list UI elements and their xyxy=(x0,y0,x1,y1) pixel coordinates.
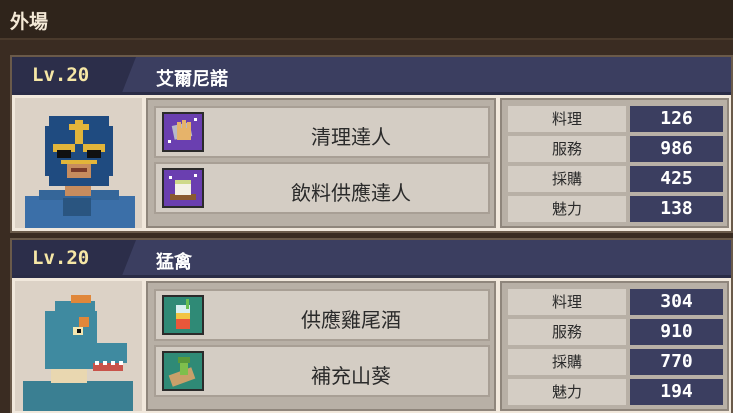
stat-value: 138 xyxy=(630,196,723,222)
stat-label: 料理 xyxy=(508,106,626,132)
staff-card-header: Lv.20 猛禽 xyxy=(12,240,731,278)
staff-card-2[interactable]: Lv.20 猛禽 供應雞尾酒 補充山葵 料理 304 服務 910 採購 770… xyxy=(10,238,733,413)
stat-row-charm: 魅力 194 xyxy=(508,379,723,405)
stats-panel: 料理 126 服務 986 採購 425 魅力 138 xyxy=(500,98,729,228)
level-label: Lv.20 xyxy=(32,247,90,269)
stat-label: 採購 xyxy=(508,349,626,375)
stat-value: 986 xyxy=(630,136,723,162)
skills-panel: 供應雞尾酒 補充山葵 xyxy=(146,281,496,411)
stat-row-procurement: 採購 425 xyxy=(508,166,723,192)
stat-row-charm: 魅力 138 xyxy=(508,196,723,222)
stats-panel: 料理 304 服務 910 採購 770 魅力 194 xyxy=(500,281,729,411)
drink-cup-icon xyxy=(162,168,204,208)
skill-label: 飲料供應達人 xyxy=(291,181,411,205)
stat-row-service: 服務 986 xyxy=(508,136,723,162)
stat-row-cooking: 料理 304 xyxy=(508,289,723,315)
stat-label: 魅力 xyxy=(508,196,626,222)
stat-value: 304 xyxy=(630,289,723,315)
staff-card-header: Lv.20 艾爾尼諾 xyxy=(12,57,731,95)
stat-value: 194 xyxy=(630,379,723,405)
skills-panel: 清理達人 飲料供應達人 xyxy=(146,98,496,228)
stat-row-service: 服務 910 xyxy=(508,319,723,345)
stat-label: 服務 xyxy=(508,319,626,345)
level-label: Lv.20 xyxy=(32,64,90,86)
skill-row[interactable]: 清理達人 xyxy=(154,106,490,158)
stat-value: 126 xyxy=(630,106,723,132)
top-bar: 外場 xyxy=(0,0,733,40)
stat-label: 魅力 xyxy=(508,379,626,405)
skill-row[interactable]: 飲料供應達人 xyxy=(154,162,490,214)
skill-label: 補充山葵 xyxy=(311,364,391,388)
wasabi-grater-icon xyxy=(162,351,204,391)
stat-value: 770 xyxy=(630,349,723,375)
stat-row-cooking: 料理 126 xyxy=(508,106,723,132)
stat-label: 料理 xyxy=(508,289,626,315)
staff-card-1[interactable]: Lv.20 艾爾尼諾 清理達人 飲料供應達人 料理 126 服務 986 採購 … xyxy=(10,55,733,233)
skill-row[interactable]: 供應雞尾酒 xyxy=(154,289,490,341)
cleaning-cloth-icon xyxy=(162,112,204,152)
staff-name: 猛禽 xyxy=(156,252,192,273)
stat-label: 採購 xyxy=(508,166,626,192)
stat-value: 910 xyxy=(630,319,723,345)
raptor-portrait xyxy=(15,281,142,411)
staff-name: 艾爾尼諾 xyxy=(156,69,228,90)
stat-value: 425 xyxy=(630,166,723,192)
stat-row-procurement: 採購 770 xyxy=(508,349,723,375)
skill-row[interactable]: 補充山葵 xyxy=(154,345,490,397)
stat-label: 服務 xyxy=(508,136,626,162)
skill-label: 清理達人 xyxy=(311,125,391,149)
masked-wrestler-portrait xyxy=(15,98,142,228)
cocktail-glass-icon xyxy=(162,295,204,335)
skill-label: 供應雞尾酒 xyxy=(301,308,401,332)
page-title: 外場 xyxy=(10,11,49,33)
